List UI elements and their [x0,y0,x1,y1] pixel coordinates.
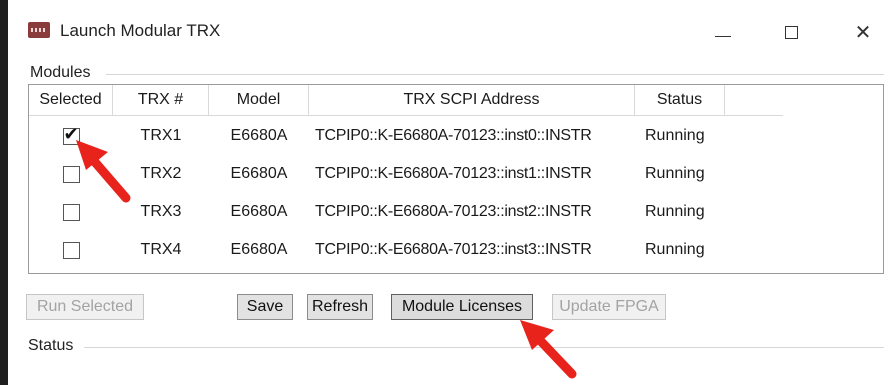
model-cell: E6680A [230,241,288,258]
modules-table: Selected TRX # Model TRX SCPI Address St… [28,84,884,274]
update-fpga-button[interactable]: Update FPGA [552,294,666,320]
close-button[interactable]: ✕ [840,14,886,50]
maximize-button[interactable] [768,14,814,50]
status-cell: Running [645,127,705,144]
red-arrow-icon [520,320,577,379]
table-row[interactable]: TRX2 E6680A TCPIP0::K-E6680A-70123::inst… [29,155,783,193]
address-cell: TCPIP0::K-E6680A-70123::inst3::INSTR [315,241,592,258]
selected-cell [29,231,113,269]
save-button[interactable]: Save [237,294,293,320]
model-cell: E6680A [230,127,288,144]
status-group-label: Status [28,337,78,355]
status-cell: Running [645,203,705,220]
address-cell: TCPIP0::K-E6680A-70123::inst2::INSTR [315,203,592,220]
column-header-scpi-address[interactable]: TRX SCPI Address [309,85,635,115]
status-group-line [84,347,884,348]
window-title: Launch Modular TRX [60,21,221,40]
address-cell: TCPIP0::K-E6680A-70123::inst0::INSTR [315,127,592,144]
column-header-selected[interactable]: Selected [29,85,113,115]
window-left-border [0,0,8,385]
table-row[interactable]: TRX3 E6680A TCPIP0::K-E6680A-70123::inst… [29,193,783,231]
table-header: Selected TRX # Model TRX SCPI Address St… [29,85,783,116]
modules-group-label: Modules [30,64,95,82]
status-cell: Running [645,241,705,258]
maximize-icon [784,25,798,39]
row-checkbox[interactable] [62,203,80,221]
address-cell: TCPIP0::K-E6680A-70123::inst1::INSTR [315,165,592,182]
model-cell: E6680A [230,165,288,182]
trx-cell: TRX4 [140,241,182,258]
model-cell: E6680A [230,203,288,220]
table-row[interactable]: TRX4 E6680A TCPIP0::K-E6680A-70123::inst… [29,231,783,269]
launch-modular-trx-window: Launch Modular TRX ✕ Modules Selected TR… [8,0,890,385]
column-header-trx[interactable]: TRX # [113,85,209,115]
column-header-model[interactable]: Model [209,85,309,115]
column-header-status[interactable]: Status [635,85,725,115]
refresh-button[interactable]: Refresh [307,294,373,320]
minimize-button[interactable] [700,14,746,50]
status-cell: Running [645,165,705,182]
table-row[interactable]: ✔ TRX1 E6680A TCPIP0::K-E6680A-70123::in… [29,117,783,155]
modules-group-line [106,74,884,75]
app-logo-icon [28,22,50,38]
minimize-icon [715,35,731,37]
run-selected-button[interactable]: Run Selected [26,294,144,320]
title-bar[interactable]: Launch Modular TRX ✕ [8,0,890,62]
close-icon: ✕ [854,21,872,44]
module-licenses-button[interactable]: Module Licenses [391,294,533,320]
row-checkbox[interactable] [62,241,80,259]
red-arrow-icon [76,140,131,203]
